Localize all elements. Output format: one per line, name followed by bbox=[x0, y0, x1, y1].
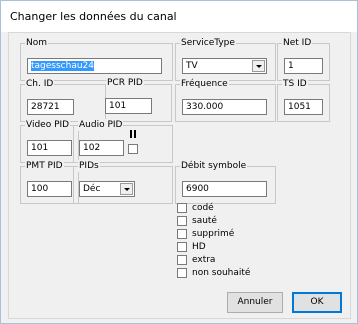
checkbox-supprime[interactable] bbox=[177, 229, 187, 239]
pids-label: PIDs bbox=[78, 160, 100, 172]
title-bar[interactable]: Changer les données du canal bbox=[1, 1, 357, 32]
frequence-input[interactable]: 330.000 bbox=[182, 99, 267, 115]
checkbox-non-souhaite[interactable] bbox=[177, 268, 187, 278]
debit-symbole-value: 6900 bbox=[186, 184, 209, 194]
pcr-pid-input[interactable]: 101 bbox=[105, 98, 152, 114]
group-ts-id: TS ID 1051 bbox=[277, 78, 330, 122]
window-title: Changer les données du canal bbox=[10, 10, 177, 23]
ch-id-value: 28721 bbox=[31, 102, 60, 112]
checkbox-hd[interactable] bbox=[177, 242, 187, 252]
audio-pid-label: Audio PID bbox=[78, 119, 124, 131]
checkbox-saute-label: sauté bbox=[192, 216, 217, 226]
group-video-pid: Video PID 101 bbox=[20, 119, 79, 163]
video-pid-value: 101 bbox=[31, 143, 49, 153]
group-debit-symbole: Débit symbole 6900 bbox=[175, 160, 276, 204]
checkbox-supprime-label: supprimé bbox=[192, 229, 235, 239]
ch-id-label: Ch. ID bbox=[25, 78, 55, 90]
group-service-type: ServiceType TV bbox=[175, 37, 276, 81]
service-type-label: ServiceType bbox=[180, 37, 236, 49]
pmt-pid-label: PMT PID bbox=[25, 160, 64, 172]
net-id-label: Net ID bbox=[282, 37, 313, 49]
pcr-pid-value: 101 bbox=[109, 101, 127, 111]
checkbox-code[interactable] bbox=[177, 203, 187, 213]
net-id-value: 1 bbox=[288, 61, 294, 71]
dialog-window: Changer les données du canal Nom tagessc… bbox=[0, 0, 358, 324]
ts-id-value: 1051 bbox=[288, 102, 311, 112]
pcr-pid-container: PCR PID 101 bbox=[100, 77, 170, 120]
group-audio-pid: Audio PID 102 bbox=[73, 119, 173, 163]
pmt-pid-value: 100 bbox=[31, 184, 49, 194]
frequence-value: 330.000 bbox=[186, 102, 224, 112]
group-pmt-pid: PMT PID 100 bbox=[20, 160, 79, 204]
cancel-button[interactable]: Annuler bbox=[227, 292, 283, 313]
checkbox-extra[interactable] bbox=[177, 255, 187, 265]
ts-id-input[interactable]: 1051 bbox=[284, 99, 323, 115]
debit-symbole-label: Débit symbole bbox=[180, 160, 248, 172]
frequence-label: Fréquence bbox=[180, 78, 229, 90]
checkbox-extra-label: extra bbox=[192, 255, 216, 265]
checkbox-saute[interactable] bbox=[177, 216, 187, 226]
group-frequence: Fréquence 330.000 bbox=[175, 78, 276, 122]
checkbox-hd-label: HD bbox=[192, 242, 206, 252]
audio-pid-input[interactable]: 102 bbox=[79, 140, 124, 156]
group-pids: PIDs Déc bbox=[73, 160, 173, 204]
nom-input[interactable]: tagesschau24 bbox=[27, 58, 162, 74]
video-pid-input[interactable]: 101 bbox=[27, 140, 72, 156]
group-nom: Nom tagesschau24 bbox=[20, 37, 173, 81]
net-id-input[interactable]: 1 bbox=[284, 58, 323, 74]
pids-value: Déc bbox=[83, 184, 101, 194]
nom-label: Nom bbox=[25, 37, 49, 49]
ts-id-label: TS ID bbox=[282, 78, 308, 90]
ok-button[interactable]: OK bbox=[292, 292, 342, 313]
nom-value: tagesschau24 bbox=[31, 61, 94, 71]
debit-symbole-input[interactable]: 6900 bbox=[182, 181, 267, 197]
service-type-value: TV bbox=[186, 61, 198, 71]
dialog-body: Nom tagesschau24 ServiceType TV Net ID 1… bbox=[8, 32, 351, 319]
pmt-pid-input[interactable]: 100 bbox=[27, 181, 72, 197]
audio-pid-checkbox[interactable] bbox=[128, 144, 138, 154]
chevron-down-icon[interactable] bbox=[120, 183, 133, 195]
checkbox-non-souhaite-label: non souhaité bbox=[192, 268, 251, 278]
pids-select[interactable]: Déc bbox=[79, 181, 135, 197]
checkbox-code-label: codé bbox=[192, 203, 214, 213]
group-net-id: Net ID 1 bbox=[277, 37, 330, 81]
pcr-pid-label: PCR PID bbox=[106, 77, 144, 89]
pause-icon bbox=[130, 130, 137, 138]
ch-id-input[interactable]: 28721 bbox=[27, 99, 74, 115]
audio-pid-value: 102 bbox=[83, 143, 101, 153]
service-type-select[interactable]: TV bbox=[182, 58, 267, 74]
video-pid-label: Video PID bbox=[25, 119, 71, 131]
chevron-down-icon[interactable] bbox=[252, 60, 265, 72]
